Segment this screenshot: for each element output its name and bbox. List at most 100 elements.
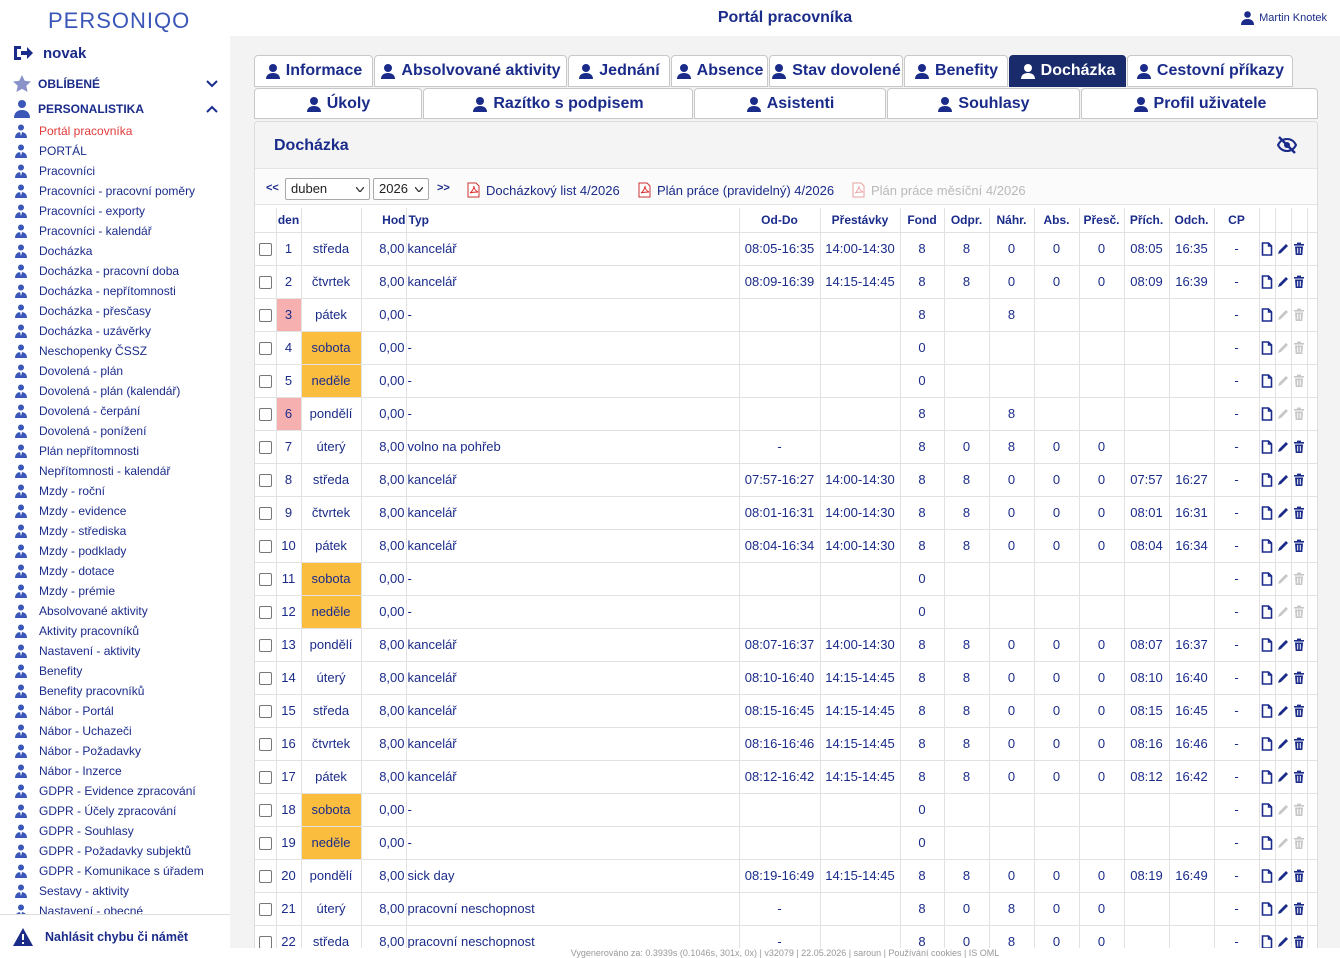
sidebar-item[interactable]: Docházka [0,241,230,261]
row-checkbox[interactable] [258,903,272,917]
row-checkbox[interactable] [258,474,272,488]
table-row[interactable]: 13 pondělí 8,00 kancelář 08:07-16:37 14:00-14… [255,628,1317,662]
sidebar-item[interactable]: Aktivity pracovníků [0,621,230,641]
sidebar-item[interactable]: Dovolená - plán [0,361,230,381]
table-row[interactable]: 14 úterý 8,00 kancelář 08:10-16:40 14:15-14:4… [255,661,1317,695]
table-row[interactable]: 18 sobota 0,00-0- [255,793,1317,827]
sidebar-item[interactable]: Dovolená - čerpání [0,401,230,421]
row-checkbox[interactable] [258,441,272,455]
trash-icon[interactable] [1292,869,1306,883]
pencil-icon[interactable] [1276,275,1290,289]
tab-souhlasy[interactable]: Souhlasy [887,88,1080,119]
sidebar-item[interactable]: Plán nepřítomnosti [0,441,230,461]
table-row[interactable]: 20 pondělí 8,00 sick day 08:19-16:49 14:15-14… [255,859,1317,893]
sidebar-item[interactable]: Pracovníci - exporty [0,201,230,221]
pencil-icon[interactable] [1276,473,1290,487]
sidebar-item[interactable]: Nastavení - aktivity [0,641,230,661]
document-icon[interactable] [1260,902,1274,917]
row-checkbox[interactable] [258,243,272,257]
year-select[interactable]: 2026 [373,178,429,200]
row-checkbox[interactable] [258,408,272,422]
sidebar-item[interactable]: Mzdy - podklady [0,541,230,561]
logout-user-row[interactable]: novak [12,42,86,64]
sidebar-item[interactable]: Pracovníci - kalendář [0,221,230,241]
trash-icon[interactable] [1292,506,1306,520]
pdf-regular-plan-link[interactable]: Plán práce (pravidelný) 4/2026 [638,181,834,199]
pencil-icon[interactable] [1276,506,1290,520]
sidebar-item[interactable]: Docházka - pracovní doba [0,261,230,281]
sidebar-item[interactable]: Nepřítomnosti - kalendář [0,461,230,481]
sidebar-item[interactable]: Docházka - přesčasy [0,301,230,321]
document-icon[interactable] [1260,539,1274,554]
pencil-icon[interactable] [1276,704,1290,718]
trash-icon[interactable] [1292,737,1306,751]
tab-absence[interactable]: Absence [671,55,768,87]
table-row[interactable]: 19 neděle 0,00-0- [255,826,1317,860]
sidebar-item[interactable]: GDPR - Účely zpracování [0,801,230,821]
tab-profil-uživatele[interactable]: Profil uživatele [1081,88,1318,119]
current-user[interactable]: Martin Knotek [1241,11,1327,25]
pencil-icon[interactable] [1276,638,1290,652]
trash-icon[interactable] [1292,638,1306,652]
table-row[interactable]: 9 čtvrtek 8,00 kancelář 08:01-16:31 14:00-14:… [255,496,1317,530]
sidebar-item[interactable]: Absolvované aktivity [0,601,230,621]
document-icon[interactable] [1260,506,1274,521]
document-icon[interactable] [1260,572,1274,587]
trash-icon[interactable] [1292,671,1306,685]
document-icon[interactable] [1260,275,1274,290]
row-checkbox[interactable] [258,540,272,554]
eye-slash-icon[interactable] [1277,136,1297,154]
table-row[interactable]: 10 pátek 8,00 kancelář 08:04-16:34 14:00-14:3… [255,529,1317,563]
trash-icon[interactable] [1292,275,1306,289]
personalistika-group[interactable]: PERSONALISTIKA [12,99,224,119]
table-row[interactable]: 1 středa 8,00 kancelář 08:05-16:35 14:00-14:3… [255,232,1317,266]
table-row[interactable]: 12 neděle 0,00-0- [255,595,1317,629]
pencil-icon[interactable] [1276,770,1290,784]
table-row[interactable]: 16 čtvrtek 8,00 kancelář 08:16-16:46 14:15-14… [255,727,1317,761]
sidebar-item[interactable]: GDPR - Požadavky subjektů [0,841,230,861]
table-row[interactable]: 17 pátek 8,00 kancelář 08:12-16:42 14:15-14:4… [255,760,1317,794]
pencil-icon[interactable] [1276,671,1290,685]
sidebar-item[interactable]: Nábor - Uchazeči [0,721,230,741]
month-select[interactable]: duben [285,178,370,200]
next-month-button[interactable]: >> [437,182,450,194]
favorites-group[interactable]: OBLÍBENÉ [12,74,224,94]
row-checkbox[interactable] [258,870,272,884]
sidebar-item[interactable]: Mzdy - dotace [0,561,230,581]
table-row[interactable]: 21 úterý 8,00 pracovní neschopnost -8 0 8 0 0- [255,892,1317,926]
sidebar-item[interactable]: Mzdy - evidence [0,501,230,521]
sidebar-item[interactable]: Nábor - Inzerce [0,761,230,781]
trash-icon[interactable] [1292,242,1306,256]
table-row[interactable]: 4 sobota 0,00-0- [255,331,1317,365]
pencil-icon[interactable] [1276,440,1290,454]
table-row[interactable]: 6 pondělí 0,00-8 8- [255,397,1317,431]
sidebar-item[interactable]: Dovolená - ponížení [0,421,230,441]
pdf-attendance-sheet-link[interactable]: Docházkový list 4/2026 [467,181,620,199]
sidebar-item[interactable]: Pracovníci [0,161,230,181]
row-checkbox[interactable] [258,573,272,587]
document-icon[interactable] [1260,440,1274,455]
row-checkbox[interactable] [258,309,272,323]
app-logo[interactable]: PERSONIQO [48,8,190,34]
table-row[interactable]: 11 sobota 0,00-0- [255,562,1317,596]
row-checkbox[interactable] [258,705,272,719]
document-icon[interactable] [1260,605,1274,620]
tab-stav-dovolené[interactable]: Stav dovolené [769,55,903,87]
document-icon[interactable] [1260,737,1274,752]
pencil-icon[interactable] [1276,539,1290,553]
tab-úkoly[interactable]: Úkoly [254,88,422,119]
sidebar-item[interactable]: Sestavy - aktivity [0,881,230,901]
table-row[interactable]: 2 čtvrtek 8,00 kancelář 08:09-16:39 14:15-14:… [255,265,1317,299]
table-row[interactable]: 8 středa 8,00 kancelář 07:57-16:27 14:00-14:3… [255,463,1317,497]
trash-icon[interactable] [1292,473,1306,487]
pencil-icon[interactable] [1276,869,1290,883]
sidebar-item[interactable]: Mzdy - střediska [0,521,230,541]
trash-icon[interactable] [1292,770,1306,784]
tab-informace[interactable]: Informace [254,55,373,87]
document-icon[interactable] [1260,341,1274,356]
sidebar-item[interactable]: Benefity [0,661,230,681]
document-icon[interactable] [1260,638,1274,653]
document-icon[interactable] [1260,473,1274,488]
sidebar-item[interactable]: PORTÁL [0,141,230,161]
table-row[interactable]: 3 pátek 0,00-8 8- [255,298,1317,332]
